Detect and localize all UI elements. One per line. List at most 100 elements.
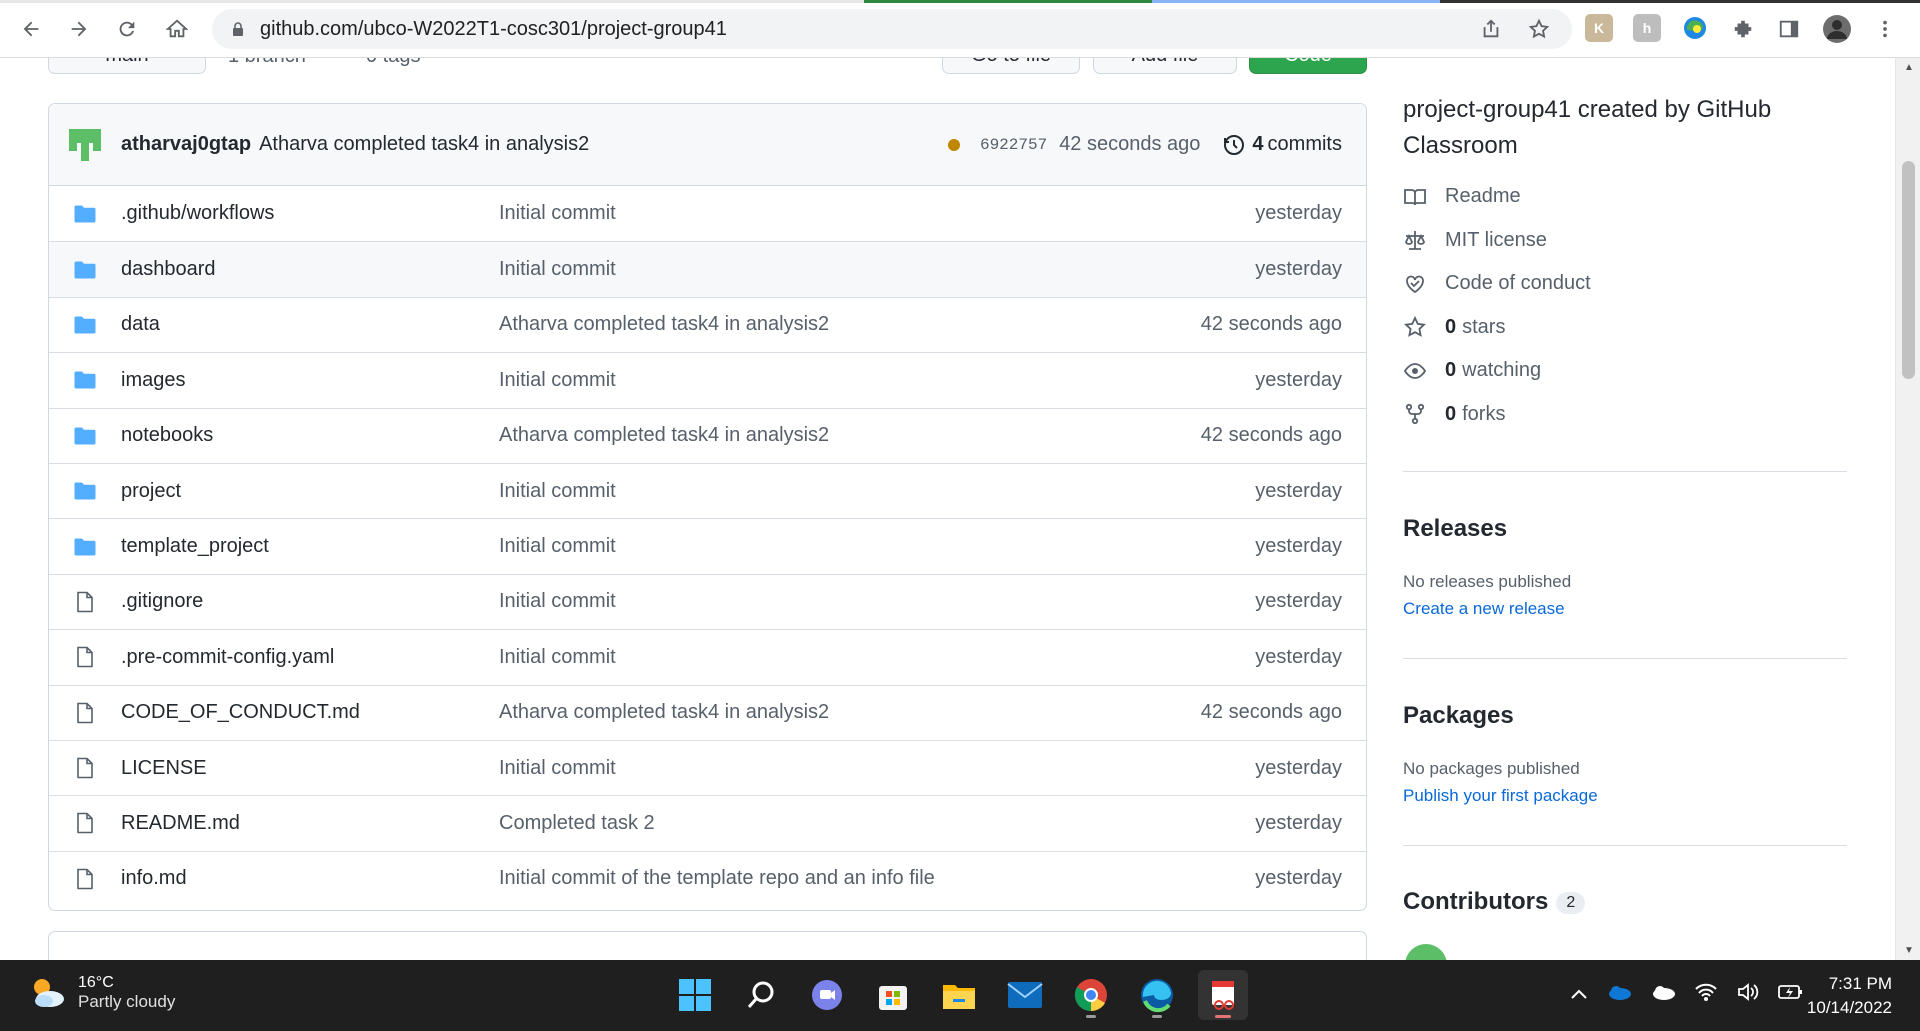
home-icon[interactable] — [162, 14, 192, 44]
microsoft-store-icon[interactable] — [868, 970, 918, 1020]
file-row[interactable]: .github/workflows Initial commit yesterday — [49, 186, 1366, 241]
file-commit-message-link[interactable]: Completed task 2 — [499, 812, 655, 835]
packages-heading[interactable]: Packages — [1403, 702, 1514, 730]
profile-avatar-icon[interactable] — [1822, 14, 1852, 44]
scrollbar-thumb[interactable] — [1902, 161, 1915, 379]
system-clock[interactable]: 7:31 PM 10/14/2022 — [1807, 972, 1892, 1020]
back-icon[interactable] — [16, 14, 46, 44]
start-windows-icon[interactable] — [670, 970, 720, 1020]
file-name-link[interactable]: .gitignore — [121, 590, 203, 613]
commit-message-link[interactable]: Atharva completed task4 in analysis2 — [259, 133, 589, 156]
watching-link[interactable]: 0 watching — [1403, 349, 1591, 393]
file-row[interactable]: README.md Completed task 2 yesterday — [49, 795, 1366, 850]
address-bar[interactable]: github.com/ubco-W2022T1-cosc301/project-… — [212, 9, 1572, 49]
file-row[interactable]: .pre-commit-config.yaml Initial commit yes… — [49, 629, 1366, 684]
file-name-link[interactable]: info.md — [121, 867, 187, 890]
search-icon[interactable] — [736, 970, 786, 1020]
extension-k-icon[interactable]: K — [1585, 14, 1613, 42]
file-commit-message-link[interactable]: Initial commit — [499, 202, 616, 225]
side-panel-icon[interactable] — [1774, 14, 1804, 44]
edge-icon[interactable] — [1132, 970, 1182, 1020]
author-avatar[interactable] — [69, 128, 101, 161]
file-commit-message-link[interactable]: Initial commit of the template repo and … — [499, 867, 935, 890]
extension-edge-icon[interactable] — [1681, 14, 1709, 42]
wifi-icon[interactable] — [1694, 982, 1718, 1007]
file-row[interactable]: project Initial commit yesterday — [49, 462, 1366, 518]
branch-select-button[interactable]: main — [48, 58, 206, 74]
commit-status-dot[interactable] — [947, 138, 960, 151]
battery-charging-icon[interactable] — [1778, 983, 1804, 1006]
file-commit-message-link[interactable]: Initial commit — [499, 590, 616, 613]
file-name-link[interactable]: project — [121, 480, 181, 503]
file-name-link[interactable]: CODE_OF_CONDUCT.md — [121, 701, 360, 724]
commit-sha-link[interactable]: 6922757 — [980, 136, 1047, 154]
file-row[interactable]: info.md Initial commit of the template re… — [49, 850, 1366, 906]
go-to-file-button[interactable]: Go to file — [942, 58, 1080, 74]
onedrive-personal-cloud-icon[interactable] — [1650, 984, 1676, 1005]
file-name-link[interactable]: notebooks — [121, 424, 213, 447]
chrome-icon[interactable] — [1066, 970, 1116, 1020]
add-file-button[interactable]: Add file — [1093, 58, 1237, 74]
mail-icon[interactable] — [1000, 970, 1050, 1020]
file-row[interactable]: data Atharva completed task4 in analysis2… — [49, 296, 1366, 352]
file-name-link[interactable]: dashboard — [121, 258, 216, 281]
commit-author-link[interactable]: atharvaj0gtap — [121, 133, 251, 156]
folder-icon — [73, 258, 97, 282]
file-name-link[interactable]: .pre-commit-config.yaml — [121, 646, 334, 669]
branches-link[interactable]: 1 branch — [228, 58, 306, 74]
stars-link[interactable]: 0 stars — [1403, 306, 1591, 350]
license-link[interactable]: MIT license — [1403, 219, 1591, 263]
file-name-link[interactable]: LICENSE — [121, 757, 207, 780]
file-row[interactable]: CODE_OF_CONDUCT.md Atharva completed task… — [49, 684, 1366, 740]
commits-history-link[interactable]: 4 commits — [1222, 133, 1342, 157]
extension-h-icon[interactable]: h — [1633, 14, 1661, 42]
create-release-link[interactable]: Create a new release — [1403, 599, 1565, 619]
file-name-link[interactable]: images — [121, 369, 185, 392]
weather-widget[interactable]: 16°C Partly cloudy — [28, 974, 175, 1012]
tray-overflow-chevron-icon[interactable] — [1570, 984, 1588, 1005]
teams-chat-icon[interactable] — [802, 970, 852, 1020]
publish-package-link[interactable]: Publish your first package — [1403, 786, 1598, 806]
bookmark-star-icon[interactable] — [1524, 14, 1554, 44]
file-row[interactable]: notebooks Atharva completed task4 in anal… — [49, 407, 1366, 463]
forward-icon[interactable] — [64, 14, 94, 44]
menu-kebab-icon[interactable] — [1870, 14, 1900, 44]
file-explorer-icon[interactable] — [934, 970, 984, 1020]
file-row[interactable]: .gitignore Initial commit yesterday — [49, 573, 1366, 629]
volume-icon[interactable] — [1736, 982, 1760, 1007]
file-row[interactable]: dashboard Initial commit yesterday — [49, 241, 1366, 297]
file-name-link[interactable]: data — [121, 313, 160, 336]
code-of-conduct-link[interactable]: Code of conduct — [1403, 262, 1591, 306]
file-row[interactable]: images Initial commit yesterday — [49, 352, 1366, 407]
branch-label: main — [105, 58, 148, 67]
forks-link[interactable]: 0 forks — [1403, 393, 1591, 437]
share-icon[interactable] — [1476, 14, 1506, 44]
contributors-heading[interactable]: Contributors 2 — [1403, 888, 1586, 916]
tags-link[interactable]: 0 tags — [366, 58, 420, 74]
file-commit-message-link[interactable]: Initial commit — [499, 646, 616, 669]
file-commit-message-link[interactable]: Initial commit — [499, 757, 616, 780]
file-name-link[interactable]: template_project — [121, 535, 269, 558]
readme-link[interactable]: Readme — [1403, 175, 1591, 219]
extensions-puzzle-icon[interactable] — [1728, 14, 1758, 44]
file-row[interactable]: template_project Initial commit yesterday — [49, 518, 1366, 573]
reload-icon[interactable] — [112, 14, 142, 44]
onedrive-cloud-icon[interactable] — [1606, 984, 1632, 1005]
file-commit-message-link[interactable]: Initial commit — [499, 535, 616, 558]
scroll-down-arrow-icon[interactable]: ▼ — [1904, 945, 1914, 956]
contributor-avatar[interactable] — [1405, 944, 1447, 960]
file-commit-message-link[interactable]: Initial commit — [499, 480, 616, 503]
releases-heading[interactable]: Releases — [1403, 515, 1507, 543]
file-commit-message-link[interactable]: Initial commit — [499, 369, 616, 392]
file-commit-message-link[interactable]: Atharva completed task4 in analysis2 — [499, 313, 829, 336]
file-commit-message-link[interactable]: Atharva completed task4 in analysis2 — [499, 424, 829, 447]
file-commit-message-link[interactable]: Atharva completed task4 in analysis2 — [499, 701, 829, 724]
snipping-tool-icon[interactable] — [1198, 970, 1248, 1020]
scroll-up-arrow-icon[interactable]: ▲ — [1904, 62, 1914, 73]
code-button[interactable]: Code — [1249, 58, 1367, 74]
file-name-link[interactable]: README.md — [121, 812, 240, 835]
file-name-link[interactable]: .github/workflows — [121, 202, 274, 225]
file-row[interactable]: LICENSE Initial commit yesterday — [49, 739, 1366, 795]
page-scrollbar[interactable]: ▲ ▼ — [1895, 58, 1920, 960]
file-commit-message-link[interactable]: Initial commit — [499, 258, 616, 281]
